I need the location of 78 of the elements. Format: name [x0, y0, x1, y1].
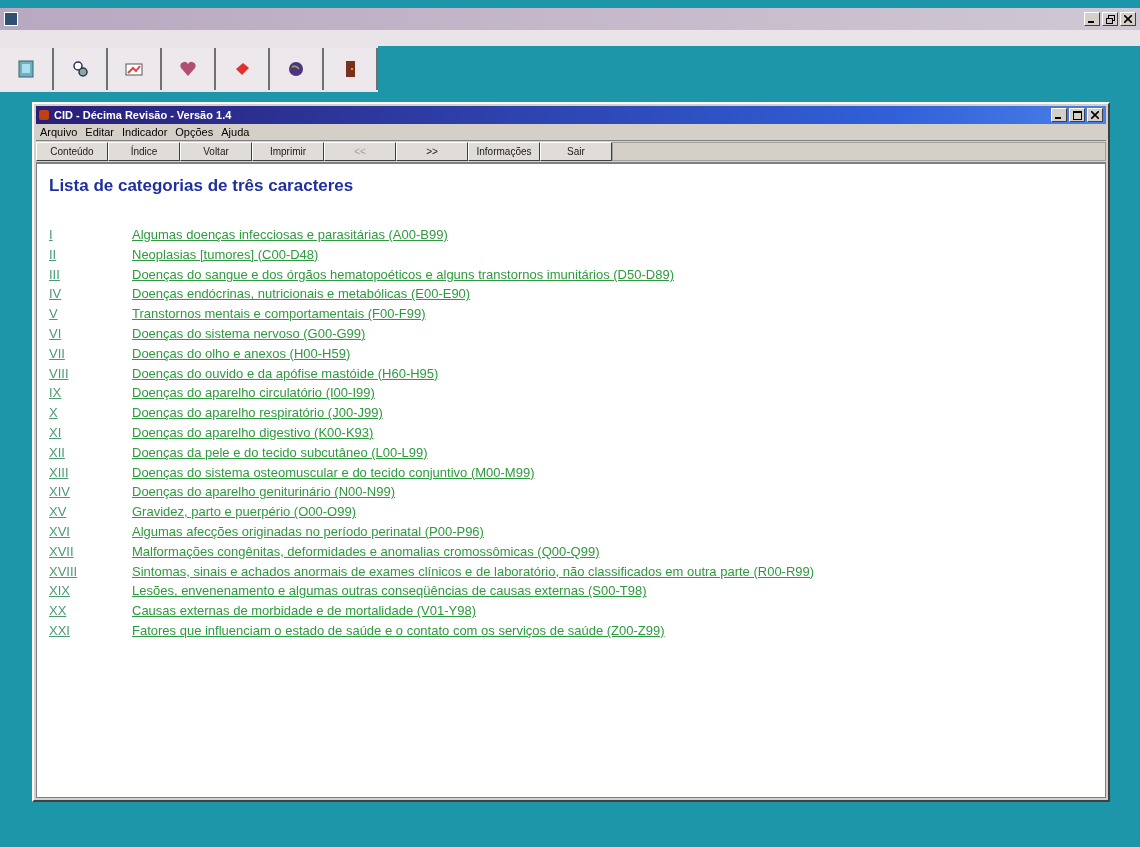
chapter-number-link[interactable]: XX: [49, 602, 132, 621]
nav-button[interactable]: Índice: [108, 142, 180, 161]
minimize-button[interactable]: [1084, 12, 1100, 26]
chapter-link[interactable]: Transtornos mentais e comportamentais (F00-F99): [132, 305, 815, 324]
chapter-link[interactable]: Doenças da pele e do tecido subcutâneo (L00-L99): [132, 443, 815, 463]
chapter-link[interactable]: Algumas afecções originadas no período perinatal (P00-P96): [132, 522, 815, 542]
maximize-button[interactable]: [1069, 108, 1085, 122]
close-button[interactable]: [1120, 12, 1136, 26]
chapter-link[interactable]: Algumas doenças infecciosas e parasitárias (A00-B99): [132, 226, 815, 245]
chapter-link[interactable]: Doenças do sistema osteomuscular e do tecido conjuntivo (M00-M99): [132, 463, 815, 483]
chapter-link[interactable]: Doenças endócrinas, nutricionais e metabólicas (E00-E90): [132, 285, 815, 305]
chapter-link[interactable]: Lesões, envenenamento e algumas outras conseqüências de causas externas (S00-T98): [132, 582, 815, 602]
chapter-number-link[interactable]: IX: [49, 384, 132, 404]
toolbar-button[interactable]: [270, 48, 324, 90]
chapter-number-link[interactable]: VIII: [49, 364, 132, 384]
chapter-number-link[interactable]: III: [49, 265, 132, 285]
maximize-icon: [1072, 110, 1082, 120]
menu-item[interactable]: Ajuda: [221, 126, 250, 138]
chapter-link[interactable]: Malformações congênitas, deformidades e anomalias cromossômicas (Q00-Q99): [132, 542, 815, 562]
menu-item[interactable]: Editar: [85, 126, 115, 138]
chapter-number-link[interactable]: X: [49, 404, 132, 423]
chapter-number-link[interactable]: XIII: [49, 463, 132, 483]
window-title: CID - Décima Revisão - Versão 1.4: [54, 109, 232, 121]
chapter-link[interactable]: Sintomas, sinais e achados anormais de exames clínicos e de laboratório, não classificados em outra parte (R00-R99): [132, 562, 815, 582]
nav-button[interactable]: >>: [396, 142, 468, 161]
heart-icon: [179, 60, 197, 78]
chapter-number-link[interactable]: IV: [49, 285, 132, 305]
chapter-link[interactable]: Doenças do sistema nervoso (G00-G99): [132, 325, 815, 344]
chapter-link[interactable]: Causas externas de morbidade e de mortalidade (V01-Y98): [132, 602, 815, 621]
app-icon: [4, 12, 18, 26]
close-icon: [1124, 15, 1132, 23]
chapter-link[interactable]: Doenças do aparelho geniturinário (N00-N99): [132, 483, 815, 503]
nav-button[interactable]: Informações: [468, 142, 540, 161]
nav-button[interactable]: Imprimir: [252, 142, 324, 161]
toolbar-button[interactable]: [162, 48, 216, 90]
close-icon: [1091, 111, 1099, 119]
toolbar-button[interactable]: [108, 48, 162, 90]
chapter-number-link[interactable]: II: [49, 245, 132, 265]
chapter-link[interactable]: Doenças do sangue e dos órgãos hematopoéticos e alguns transtornos imunitários (D50-D89): [132, 265, 815, 285]
chapter-number-link[interactable]: VI: [49, 325, 132, 344]
minimize-button[interactable]: [1051, 108, 1067, 122]
menu-item[interactable]: Arquivo: [40, 126, 78, 138]
chart-icon: [125, 60, 143, 78]
nav-button[interactable]: Sair: [540, 142, 612, 161]
restore-icon: [1105, 14, 1115, 24]
toolbar-button[interactable]: [54, 48, 108, 90]
chapter-number-link[interactable]: XVI: [49, 522, 132, 542]
nav-button[interactable]: Conteúdo: [36, 142, 108, 161]
chapter-link[interactable]: Doenças do aparelho digestivo (K00-K93): [132, 423, 815, 443]
chapter-number-link[interactable]: VII: [49, 344, 132, 364]
chapter-number-link[interactable]: V: [49, 305, 132, 324]
menu-item[interactable]: Indicador: [122, 126, 168, 138]
toolbar-button[interactable]: [0, 48, 54, 90]
toolbar-button[interactable]: [324, 48, 378, 90]
chapter-link[interactable]: Doenças do olho e anexos (H00-H59): [132, 344, 815, 364]
help-book-icon: [39, 110, 49, 120]
chapter-number-link[interactable]: XV: [49, 503, 132, 522]
chapter-number-link[interactable]: XII: [49, 443, 132, 463]
chapter-link[interactable]: Doenças do aparelho respiratório (J00-J99): [132, 404, 815, 423]
globe-icon: [287, 60, 305, 78]
chapter-link[interactable]: Doenças do ouvido e da apófise mastóide (H60-H95): [132, 364, 815, 384]
chapter-number-link[interactable]: XI: [49, 423, 132, 443]
page-heading: Lista de categorias de três caracteres: [49, 176, 355, 196]
chapter-number-link[interactable]: I: [49, 226, 132, 245]
nav-button[interactable]: Voltar: [180, 142, 252, 161]
menu-item[interactable]: Opções: [175, 126, 214, 138]
chapter-link[interactable]: Gravidez, parto e puerpério (O00-O99): [132, 503, 815, 522]
close-button[interactable]: [1087, 108, 1103, 122]
toolbar-button[interactable]: [216, 48, 270, 90]
chapter-link[interactable]: Fatores que influenciam o estado de saúde e o contato com os serviços de saúde (Z00-Z99): [132, 621, 815, 641]
chapter-link[interactable]: Doenças do aparelho circulatório (I00-I99): [132, 384, 815, 404]
chapter-number-link[interactable]: XIX: [49, 582, 132, 602]
chapter-number-link[interactable]: XIV: [49, 483, 132, 503]
chapter-number-link[interactable]: XVII: [49, 542, 132, 562]
chapter-number-link[interactable]: XVIII: [49, 562, 132, 582]
restore-button[interactable]: [1102, 12, 1118, 26]
chapter-number-link[interactable]: XXI: [49, 621, 132, 641]
chapter-link[interactable]: Neoplasias [tumores] (C00-D48): [132, 245, 815, 265]
